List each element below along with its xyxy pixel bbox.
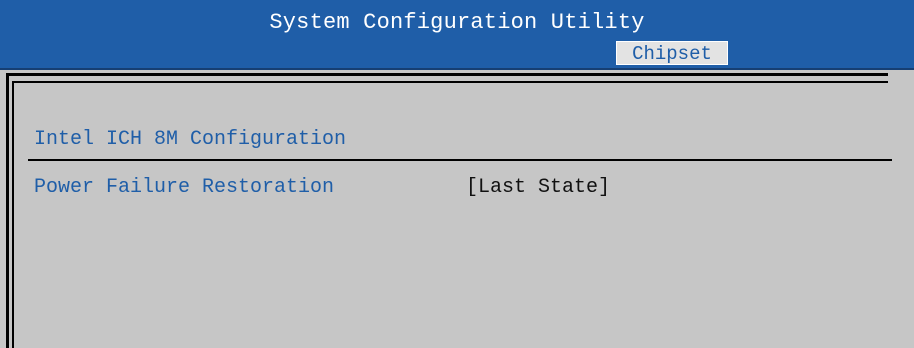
setting-value-power-failure-restoration[interactable]: [Last State]: [466, 176, 610, 199]
setting-label-power-failure-restoration[interactable]: Power Failure Restoration: [34, 176, 334, 199]
section-divider: [28, 159, 892, 161]
section-title: Intel ICH 8M Configuration: [34, 128, 347, 151]
frame-border: [12, 81, 14, 348]
frame-border: [6, 73, 9, 348]
title-bar: System Configuration Utility Chipset: [0, 0, 914, 70]
tab-chipset[interactable]: Chipset: [616, 41, 728, 65]
frame-border: [6, 73, 888, 76]
main-panel: Intel ICH 8M Configuration Power Failure…: [0, 70, 914, 348]
frame-border: [12, 81, 888, 83]
app-title: System Configuration Utility: [269, 10, 645, 35]
